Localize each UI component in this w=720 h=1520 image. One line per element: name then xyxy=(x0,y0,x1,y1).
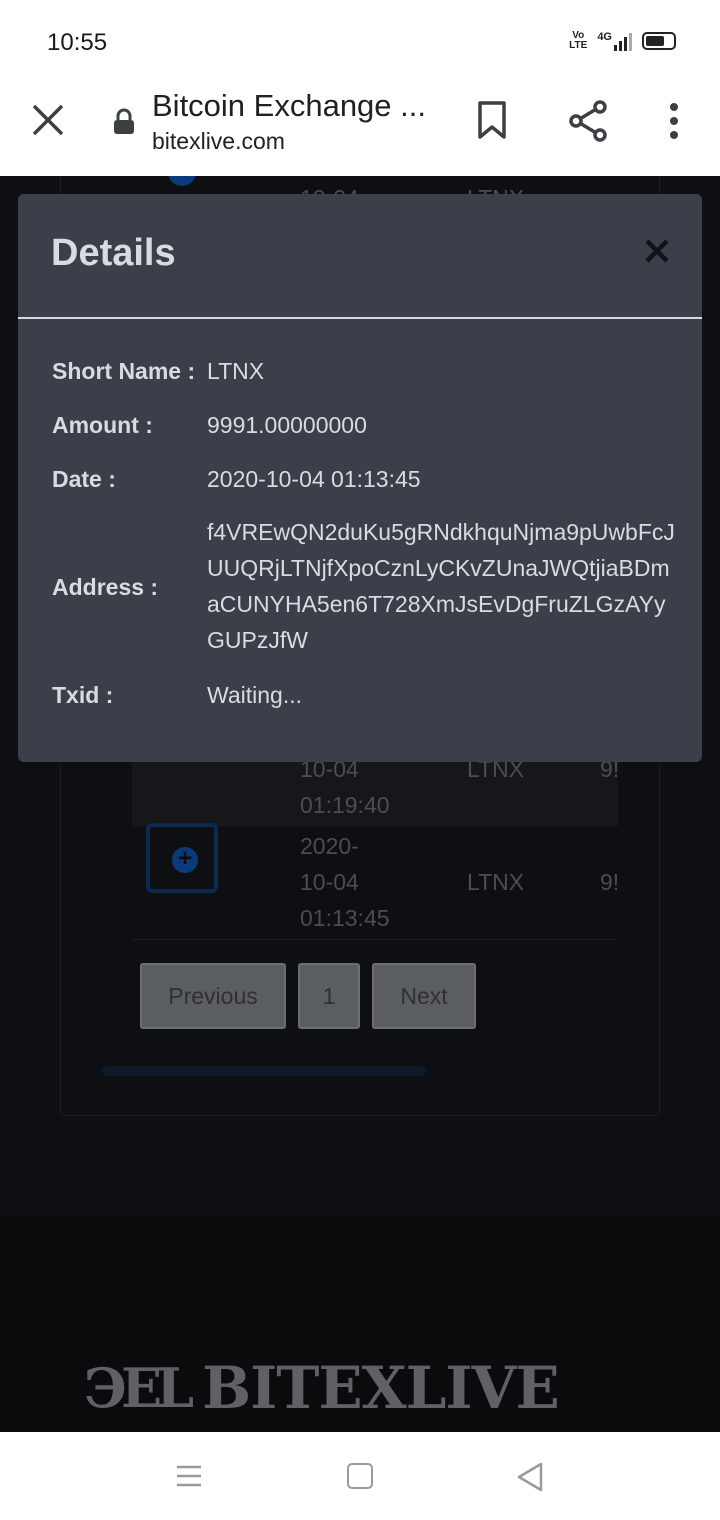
recent-apps-button[interactable] xyxy=(176,1464,202,1493)
overflow-menu-button[interactable] xyxy=(664,102,684,145)
browser-toolbar: Bitcoin Exchange ... bitexlive.com xyxy=(0,88,720,176)
menu-icon xyxy=(177,1465,201,1487)
txid-value: Waiting... xyxy=(207,682,303,708)
close-tab-button[interactable] xyxy=(30,102,66,138)
amount-value: 9991.00000000 xyxy=(207,412,367,438)
address-label: Address : xyxy=(52,574,159,600)
share-button[interactable] xyxy=(568,100,608,147)
next-page-button[interactable]: Next xyxy=(372,963,476,1029)
back-icon xyxy=(517,1462,543,1492)
more-vert-icon xyxy=(670,103,678,139)
modal-close-button[interactable] xyxy=(642,236,672,266)
date-label: Date : xyxy=(52,466,116,492)
status-bar: 10:55 Vo LTE 4G xyxy=(0,0,720,88)
network-label: 4G xyxy=(597,31,612,43)
modal-title: Details xyxy=(51,232,176,274)
page-url[interactable]: bitexlive.com xyxy=(152,128,285,155)
logo-mark: ЭEL xyxy=(84,1356,194,1420)
close-icon xyxy=(32,104,64,136)
lock-icon xyxy=(112,108,136,141)
address-value: f4VREwQN2duKu5gRNdkhquNjma9pUwbFcJUUQRjL… xyxy=(207,519,675,653)
volte-icon: Vo LTE xyxy=(569,30,588,51)
txid-label: Txid : xyxy=(52,682,114,708)
close-icon xyxy=(645,239,669,263)
horizontal-scrollbar[interactable] xyxy=(102,1066,426,1076)
row-date-line2: 10-04 xyxy=(300,869,359,895)
previous-page-button[interactable]: Previous xyxy=(140,963,286,1029)
home-button[interactable] xyxy=(347,1463,373,1489)
date-value: 2020-10-04 01:13:45 xyxy=(207,466,421,492)
bookmark-button[interactable] xyxy=(476,100,508,145)
row-coin: LTNX xyxy=(467,869,525,895)
plus-icon: + xyxy=(172,847,198,873)
page-title: Bitcoin Exchange ... xyxy=(152,88,426,123)
share-icon xyxy=(569,100,607,142)
logo-text: BITEXLIVE xyxy=(202,1354,560,1422)
status-icons: Vo LTE 4G xyxy=(569,31,676,51)
expand-row-button[interactable]: + xyxy=(146,823,218,893)
back-button[interactable] xyxy=(516,1462,544,1497)
row-date-line1: 2020- xyxy=(300,833,359,859)
short-name-value: LTNX xyxy=(207,358,265,384)
row-amount: 9! xyxy=(600,869,618,895)
site-footer: ЭEL BITEXLIVE xyxy=(0,1216,720,1432)
details-modal: Details Short Name : LTNX Amount : 9991.… xyxy=(18,194,702,762)
bitexlive-logo[interactable]: ЭEL BITEXLIVE xyxy=(84,1354,560,1422)
short-name-label: Short Name : xyxy=(52,358,196,384)
system-nav-bar xyxy=(0,1432,720,1520)
signal-icon: 4G xyxy=(597,31,632,51)
amount-label: Amount : xyxy=(52,412,153,438)
battery-icon xyxy=(642,32,676,50)
row-date-line3: 01:13:45 xyxy=(300,905,390,931)
status-time: 10:55 xyxy=(47,29,108,56)
row-divider xyxy=(132,939,618,940)
page-1-button[interactable]: 1 xyxy=(298,963,360,1029)
modal-header: Details xyxy=(18,194,702,319)
row-date-line3: 01:19:40 xyxy=(300,792,390,818)
bookmark-icon xyxy=(478,101,506,139)
